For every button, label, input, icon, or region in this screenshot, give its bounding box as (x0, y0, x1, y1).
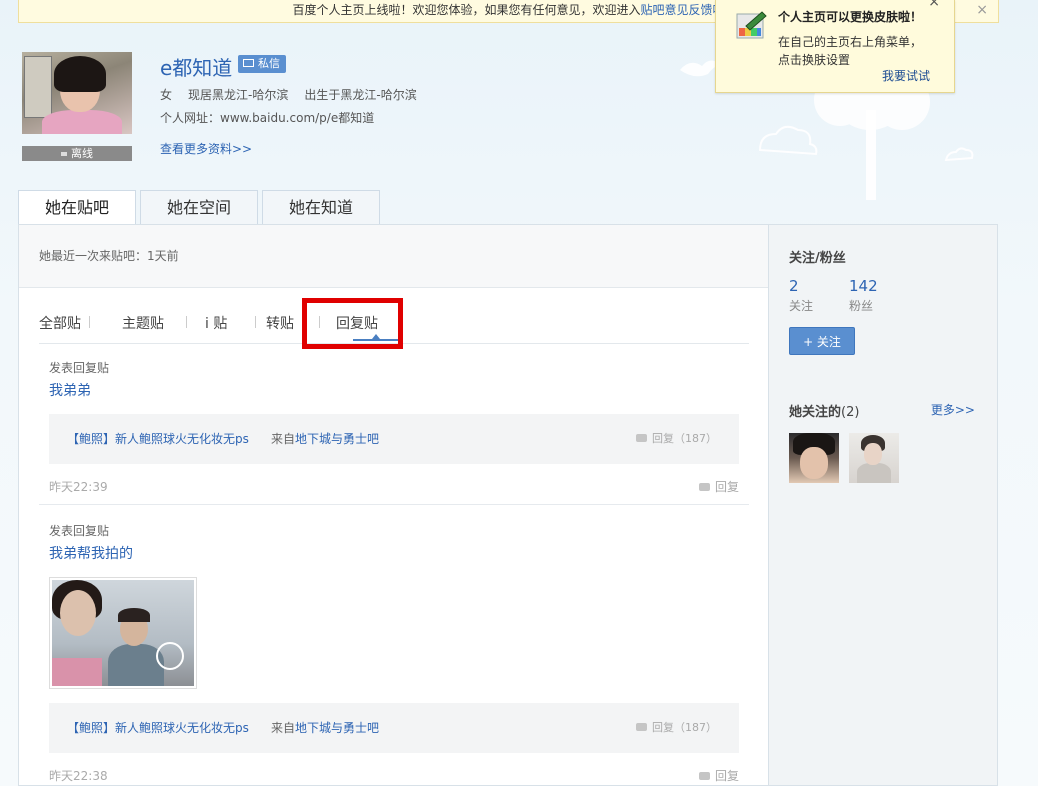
last-visit-bar: 她最近一次来贴吧：1天前 (19, 225, 768, 288)
post-source-thread: 【鲍照】新人鲍照球火无化妆无ps 来自地下城与勇士吧 回复（187） (49, 703, 739, 753)
subtab-topics[interactable]: 主题贴 (122, 313, 164, 333)
reply-button[interactable]: 回复 (698, 767, 739, 784)
her-following-heading: 她关注的(2) (789, 401, 859, 420)
post-kind: 发表回复贴 (49, 524, 110, 538)
more-following-link[interactable]: 更多>> (931, 401, 975, 418)
reply-count[interactable]: 回复（187） (636, 430, 717, 446)
tab-zhidao[interactable]: 她在知道 (262, 190, 380, 224)
notice-close-icon[interactable]: × (976, 0, 988, 20)
follow-button[interactable]: + 关注 (789, 327, 855, 355)
online-status-badge: 离线 (22, 146, 132, 161)
post-image[interactable] (49, 577, 197, 689)
sidebar: 关注/粉丝 2 关注 142 粉丝 + 关注 她关注的(2) 更多>> (768, 224, 998, 786)
profile-avatar-block: 离线 (22, 52, 132, 161)
profile-gender: 女 (160, 88, 173, 102)
last-visit-text: 她最近一次来贴吧：1天前 (39, 249, 179, 263)
notice-feedback-link[interactable]: 贴吧意见反馈吧 (641, 3, 725, 17)
forum-link[interactable]: 地下城与勇士吧 (295, 721, 379, 735)
comment-icon (698, 771, 710, 780)
following-avatar[interactable] (789, 433, 839, 483)
post-divider (39, 504, 749, 505)
post-title[interactable]: 我弟弟 (49, 380, 739, 400)
skin-change-tooltip: 个人主页可以更换皮肤啦！ 在自己的主页右上角菜单， 点击换肤设置 我要试试 × (715, 0, 955, 93)
following-count: 2 (789, 277, 799, 295)
comment-icon (636, 723, 647, 731)
reply-button[interactable]: 回复 (698, 478, 739, 495)
skin-tip-title: 个人主页可以更换皮肤啦！ (778, 10, 923, 24)
subtab-i[interactable]: i 贴 (205, 313, 227, 333)
post-from: 来自地下城与勇士吧 (271, 430, 379, 447)
follow-fans-heading: 关注/粉丝 (789, 251, 846, 266)
profile-name[interactable]: e都知道 (160, 52, 232, 81)
more-profile-link[interactable]: 查看更多资料>> (160, 140, 252, 157)
her-following-count: (2) (841, 405, 860, 420)
tab-tieba[interactable]: 她在贴吧 (18, 190, 136, 225)
pencil-icon (736, 11, 767, 39)
post-kind: 发表回复贴 (49, 361, 110, 375)
post-time: 昨天22:39 (49, 480, 108, 494)
fans-label: 粉丝 (849, 299, 874, 313)
private-message-button[interactable]: 私信 (238, 55, 286, 73)
thread-link[interactable]: 【鲍照】新人鲍照球火无化妆无ps (67, 430, 249, 447)
skin-tip-close-icon[interactable]: × (928, 0, 940, 10)
post-source-thread: 【鲍照】新人鲍照球火无化妆无ps 来自地下城与勇士吧 回复（187） (49, 414, 739, 464)
status-text: 离线 (71, 147, 93, 160)
reply-count-text: 回复（187） (652, 432, 717, 445)
list-item: 发表回复贴 我弟帮我拍的 【鲍照】新人鲍照球火无化妆无ps 来自地下城与勇士吧 … (49, 522, 739, 783)
following-label: 关注 (789, 299, 814, 313)
subtab-repost[interactable]: 转贴 (266, 313, 294, 333)
from-prefix: 来自 (271, 721, 296, 735)
private-message-label: 私信 (258, 57, 280, 70)
notice-text: 百度个人主页上线啦！欢迎您体验，如果您有任何意见，欢迎进入 (292, 3, 641, 17)
profile-meta: 女 现居黑龙江-哈尔滨 出生于黑龙江-哈尔滨 (160, 86, 433, 103)
reply-label: 回复 (714, 769, 739, 783)
reply-count[interactable]: 回复（187） (636, 719, 717, 735)
avatar[interactable] (22, 52, 132, 134)
status-icon (61, 152, 67, 156)
main-panel: 她最近一次来贴吧：1天前 全部贴 主题贴 i 贴 转贴 回复贴 发表回复贴 我弟… (18, 224, 768, 786)
following-stat[interactable]: 2 关注 (789, 277, 813, 314)
highlight-annotation (302, 298, 403, 349)
post-meta: 昨天22:38 回复 (49, 767, 739, 783)
thread-link[interactable]: 【鲍照】新人鲍照球火无化妆无ps (67, 719, 249, 736)
comment-icon (636, 434, 647, 442)
reply-label: 回复 (714, 480, 739, 494)
post-meta: 昨天22:39 回复 (49, 478, 739, 494)
list-item: 发表回复贴 我弟弟 【鲍照】新人鲍照球火无化妆无ps 来自地下城与勇士吧 回复（… (49, 359, 739, 494)
her-following-label: 她关注的 (789, 405, 842, 420)
try-skin-link[interactable]: 我要试试 (882, 67, 930, 84)
post-title[interactable]: 我弟帮我拍的 (49, 543, 739, 563)
comment-icon (698, 482, 710, 491)
profile-url: 个人网址：www.baidu.com/p/e都知道 (160, 111, 375, 125)
profile-birthplace: 出生于黑龙江-哈尔滨 (304, 88, 417, 102)
fans-stat[interactable]: 142 粉丝 (849, 277, 878, 314)
following-avatar[interactable] (849, 433, 899, 483)
tab-space[interactable]: 她在空间 (140, 190, 258, 224)
reply-count-text: 回复（187） (652, 721, 717, 734)
from-prefix: 来自 (271, 432, 296, 446)
skin-tip-line1: 在自己的主页右上角菜单， (778, 35, 923, 49)
subtab-all[interactable]: 全部贴 (39, 313, 81, 333)
skin-tip-body: 在自己的主页右上角菜单， 点击换肤设置 (778, 33, 938, 69)
post-time: 昨天22:38 (49, 769, 108, 783)
envelope-icon (243, 59, 254, 67)
profile-residence: 现居黑龙江-哈尔滨 (188, 88, 289, 102)
forum-link[interactable]: 地下城与勇士吧 (295, 432, 379, 446)
post-from: 来自地下城与勇士吧 (271, 719, 379, 736)
fans-count: 142 (849, 277, 878, 295)
